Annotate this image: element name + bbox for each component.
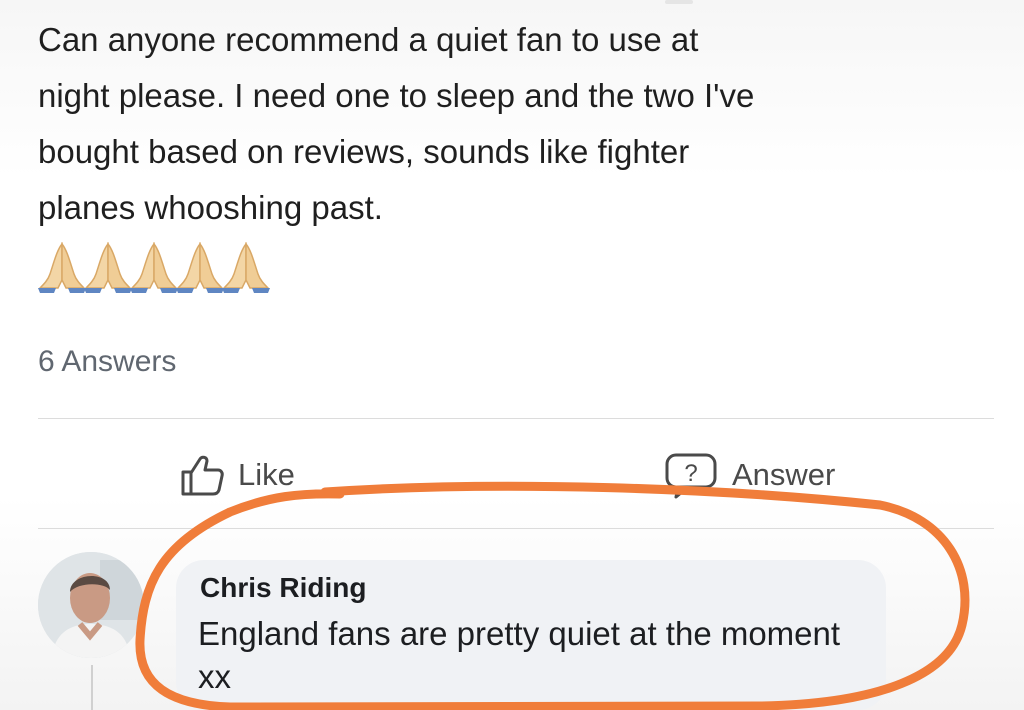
folded-hands-icon <box>176 241 224 293</box>
like-label: Like <box>238 457 295 492</box>
divider <box>38 418 994 419</box>
question-bubble-icon: ? <box>665 453 717 499</box>
folded-hands-icon <box>38 241 86 293</box>
comment-author[interactable]: Chris Riding <box>200 572 366 604</box>
comment-text: England fans are pretty quiet at the mom… <box>198 615 841 695</box>
thumbs-up-icon <box>181 455 224 496</box>
avatar-photo <box>38 552 144 658</box>
question-text: Can anyone recommend a quiet fan to use … <box>38 21 755 226</box>
folded-hands-icon <box>84 241 132 293</box>
divider <box>38 528 994 529</box>
like-button[interactable]: Like <box>180 450 295 500</box>
answers-count[interactable]: 6 Answers <box>38 345 176 379</box>
svg-text:?: ? <box>684 460 697 487</box>
answer-label: Answer <box>732 457 836 492</box>
thread-line <box>91 665 93 710</box>
avatar[interactable] <box>38 552 144 658</box>
folded-hands-icon <box>222 241 270 293</box>
status-mark <box>665 0 693 4</box>
prayer-emoji-row <box>36 240 270 294</box>
folded-hands-icon <box>130 241 178 293</box>
answer-button[interactable]: ? Answer <box>664 450 835 500</box>
screenshot: Can anyone recommend a quiet fan to use … <box>0 0 1024 710</box>
